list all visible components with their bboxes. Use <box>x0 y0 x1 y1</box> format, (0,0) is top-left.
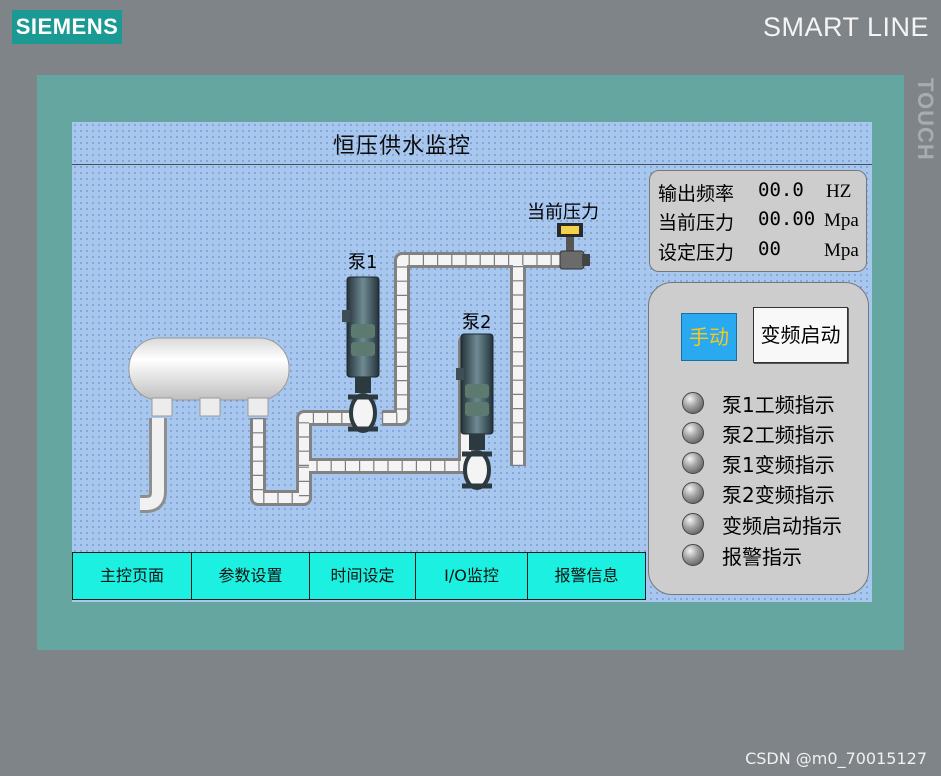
siemens-logo: SIEMENS <box>12 10 122 44</box>
pressure-sensor <box>557 223 590 270</box>
current-pressure-row: 当前压力 00.00 <box>658 208 815 235</box>
output-frequency-row: 输出频率 00.0 <box>658 179 804 206</box>
current-pressure-label: 当前压力 <box>658 212 735 234</box>
indicator-label: 泵1工频指示 <box>722 393 835 417</box>
set-pressure-label: 设定压力 <box>658 242 735 264</box>
indicator-lamp-icon <box>682 452 704 474</box>
pressure-sensor-label: 当前压力 <box>527 202 599 223</box>
pump-1-label: 泵1 <box>348 252 378 273</box>
status-readout-panel: 输出频率 00.0 HZ 当前压力 00.00 Mpa 设定压力 00 Mpa <box>649 170 867 272</box>
nav-parameter-settings[interactable]: 参数设置 <box>191 552 310 600</box>
bottom-nav: 主控页面 参数设置 时间设定 I/O监控 报警信息 <box>72 552 647 602</box>
indicator-label: 泵2工频指示 <box>722 423 835 447</box>
indicator-lamp-icon <box>682 392 704 414</box>
hmi-screen: 恒压供水监控 泵1 泵2 当前压力 输出频率 00.0 HZ 当前压力 00.0… <box>72 122 872 602</box>
indicator-lamp-icon <box>682 544 704 566</box>
set-pressure-value[interactable]: 00 <box>758 238 781 260</box>
indicator-label: 泵2变频指示 <box>722 483 835 507</box>
watermark: CSDN @m0_70015127 <box>745 749 927 768</box>
indicator-lamp-icon <box>682 422 704 444</box>
nav-alarm-info[interactable]: 报警信息 <box>527 552 646 600</box>
set-pressure-unit: Mpa <box>824 240 859 261</box>
process-graphic <box>128 223 590 513</box>
touch-label: TOUCH <box>913 78 938 161</box>
manual-mode-button[interactable]: 手动 <box>681 313 737 361</box>
current-pressure-unit: Mpa <box>824 210 859 231</box>
vfd-start-button[interactable]: 变频启动 <box>753 307 848 363</box>
indicator-label: 泵1变频指示 <box>722 453 835 477</box>
model-label: SMART LINE <box>762 12 929 42</box>
indicator-lamp-icon <box>682 513 704 535</box>
pump-2-label: 泵2 <box>462 312 492 333</box>
current-pressure-value: 00.00 <box>758 208 816 230</box>
indicator-lamp-icon <box>682 482 704 504</box>
pump-1 <box>342 276 380 433</box>
nav-main-page[interactable]: 主控页面 <box>72 552 192 600</box>
water-tank <box>128 337 290 417</box>
indicator-label: 报警指示 <box>722 545 802 569</box>
nav-time-settings[interactable]: 时间设定 <box>309 552 416 600</box>
set-pressure-row: 设定压力 00 <box>658 238 781 265</box>
output-frequency-value: 00.0 <box>758 179 804 201</box>
indicator-label: 变频启动指示 <box>722 514 842 538</box>
pipe-network <box>250 252 560 506</box>
output-frequency-unit: HZ <box>826 181 852 202</box>
output-frequency-label: 输出频率 <box>658 183 735 205</box>
nav-io-monitor[interactable]: I/O监控 <box>415 552 528 600</box>
control-panel: 手动 变频启动 泵1工频指示 泵2工频指示 泵1变频指示 泵2变频指示 变频启动… <box>648 282 869 595</box>
